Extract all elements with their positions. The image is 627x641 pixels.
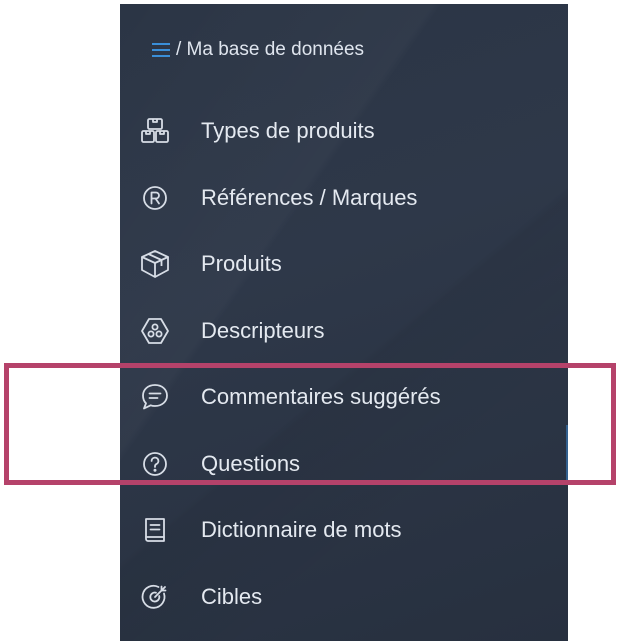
sidebar-item-label: Descripteurs xyxy=(201,317,325,343)
sidebar: / Ma base de données Types de produits R… xyxy=(120,4,568,641)
sidebar-item-label: Dictionnaire de mots xyxy=(201,517,402,543)
screenshot-stage: / Ma base de données Types de produits R… xyxy=(0,0,627,641)
sidebar-item-cibles[interactable]: Cibles xyxy=(120,564,568,631)
sidebar-item-produits[interactable]: Produits xyxy=(120,231,568,298)
descriptor-hexagon-icon xyxy=(137,313,173,349)
breadcrumb-text[interactable]: / Ma base de données xyxy=(176,39,364,61)
sidebar-item-descripteurs[interactable]: Descripteurs xyxy=(120,298,568,365)
sidebar-item-label: Références / Marques xyxy=(201,184,418,210)
sidebar-item-label: Commentaires suggérés xyxy=(201,384,441,410)
hamburger-menu-icon[interactable] xyxy=(152,42,170,58)
sidebar-item-label: Questions xyxy=(201,450,301,476)
sidebar-item-label: Cibles xyxy=(201,583,263,609)
sidebar-item-label: Types de produits xyxy=(201,118,375,144)
sidebar-item-dictionnaire-de-mots[interactable]: Dictionnaire de mots xyxy=(120,497,568,564)
sidebar-item-commentaires-suggeres[interactable]: Commentaires suggérés xyxy=(120,364,568,431)
question-circle-icon xyxy=(137,446,173,482)
book-icon xyxy=(137,512,173,548)
breadcrumb: / Ma base de données xyxy=(152,37,364,63)
sidebar-item-references-marques[interactable]: Références / Marques xyxy=(120,165,568,232)
chat-bubble-icon xyxy=(137,379,173,415)
registered-icon xyxy=(137,180,173,216)
sidebar-nav: Types de produits Références / Marques P… xyxy=(120,98,568,630)
target-icon xyxy=(137,579,173,615)
sidebar-item-types-de-produits[interactable]: Types de produits xyxy=(120,98,568,165)
scroll-indicator xyxy=(566,425,568,485)
sidebar-item-questions[interactable]: Questions xyxy=(120,431,568,498)
boxes-icon xyxy=(137,113,173,149)
sidebar-item-label: Produits xyxy=(201,251,282,277)
cube-icon xyxy=(137,246,173,282)
